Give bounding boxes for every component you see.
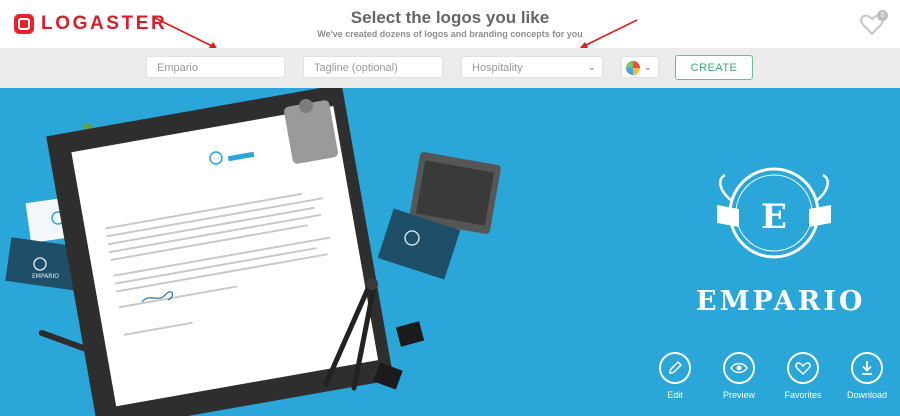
color-wheel-icon <box>626 61 640 75</box>
industry-select[interactable]: Hospitality ⌄ <box>461 56 603 78</box>
industry-select-value: Hospitality <box>472 62 523 74</box>
company-name-input[interactable]: Empario <box>146 56 285 78</box>
logo-preview-stage: EMPARIO E EMPARIO Edit Preview Favorites… <box>0 88 900 416</box>
heart-icon <box>795 362 811 376</box>
logo-action-bar: Edit Preview Favorites Download <box>659 352 900 404</box>
logo-brand-name: EMPARIO <box>696 286 866 317</box>
chevron-down-icon: ⌄ <box>643 62 652 73</box>
favorites-label: Favorites <box>784 390 822 400</box>
preview-label: Preview <box>722 390 755 400</box>
edit-label: Edit <box>667 390 683 400</box>
page-subtitle: We've created dozens of logos and brandi… <box>317 29 583 39</box>
tagline-input[interactable]: Tagline (optional) <box>303 56 443 78</box>
svg-text:EMPARIO: EMPARIO <box>32 273 59 280</box>
stationery-mockup-illustration: EMPARIO <box>5 88 501 416</box>
download-icon <box>862 361 872 375</box>
top-header: LOGASTER Select the logos you like We've… <box>0 0 900 48</box>
pencil-icon <box>669 360 683 374</box>
favorites-button[interactable]: Favorites <box>776 352 830 400</box>
color-picker-dropdown[interactable]: ⌄ <box>621 56 659 78</box>
create-button[interactable]: CREATE <box>675 55 753 80</box>
eye-icon <box>730 362 748 374</box>
svg-text:E: E <box>761 197 787 237</box>
preview-button[interactable]: Preview <box>712 352 766 400</box>
edit-button[interactable]: Edit <box>648 352 702 400</box>
favorites-count-badge: 0 <box>877 10 888 21</box>
chevron-down-icon: ⌄ <box>587 62 596 73</box>
page-title: Select the logos you like <box>350 8 550 27</box>
logo-generator-toolbar: Empario Tagline (optional) Hospitality ⌄… <box>0 48 900 88</box>
download-button[interactable]: Download <box>840 352 894 400</box>
empario-emblem-logo: E <box>717 167 831 259</box>
download-label: Download <box>846 390 888 400</box>
